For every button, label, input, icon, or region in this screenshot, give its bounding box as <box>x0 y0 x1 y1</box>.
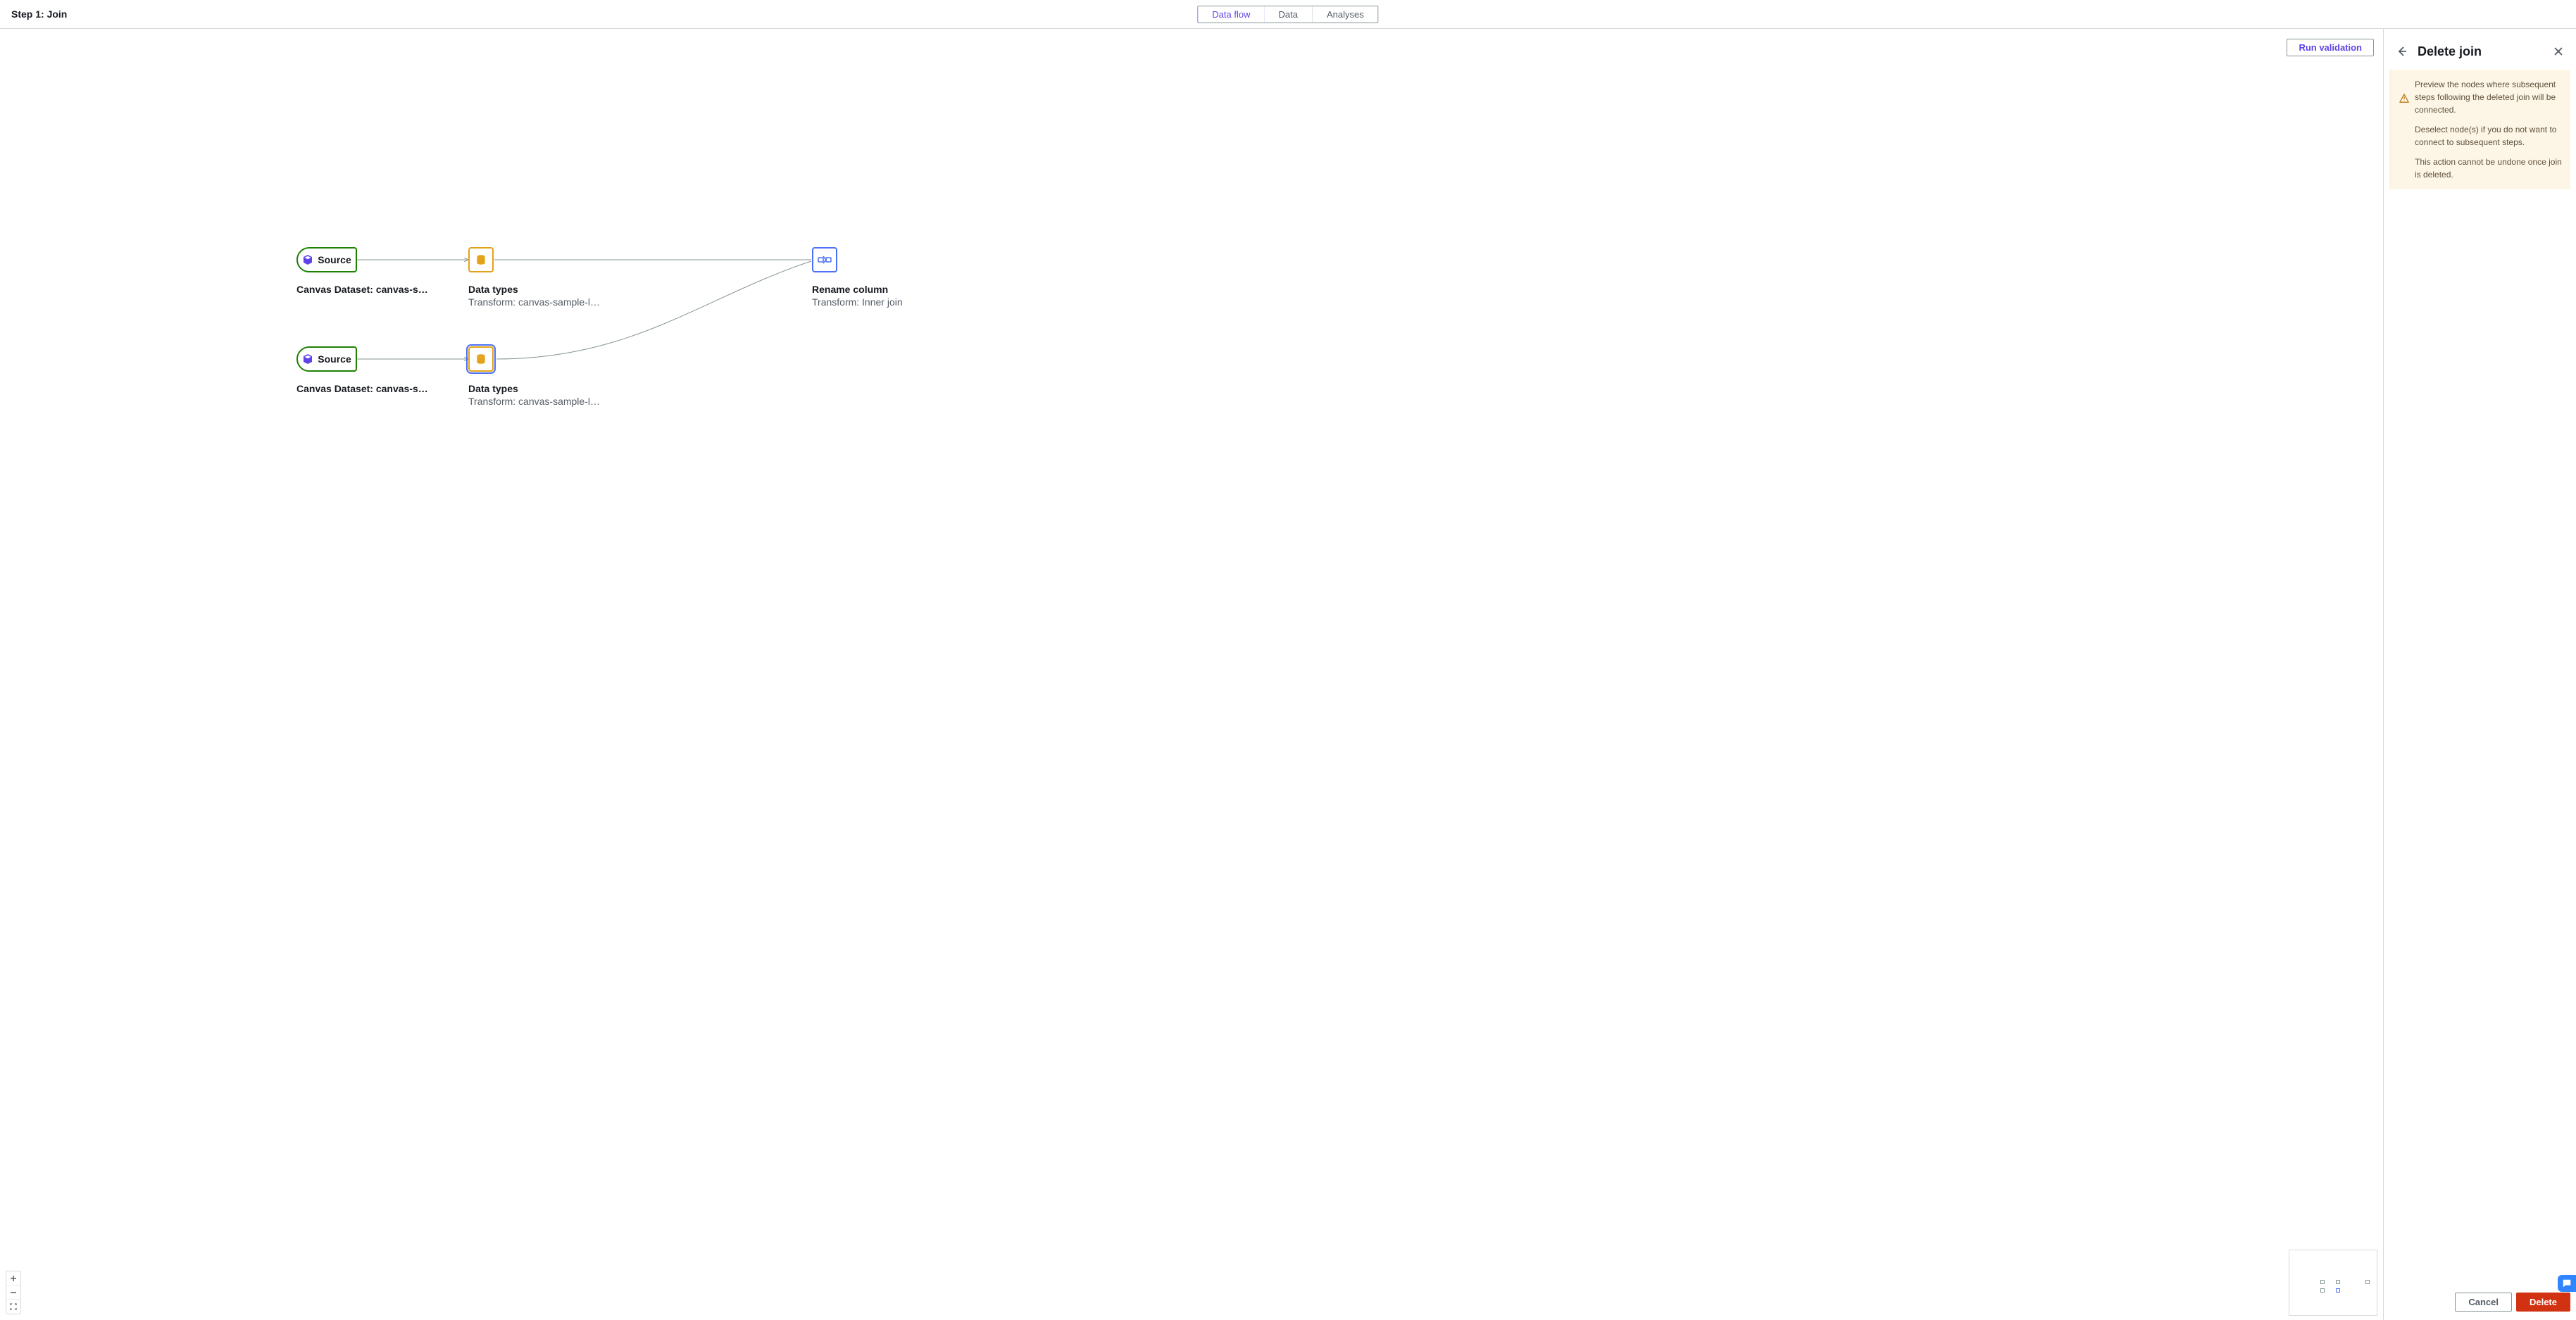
close-button[interactable] <box>2551 44 2566 59</box>
tab-data-flow[interactable]: Data flow <box>1197 6 1265 23</box>
page-title: Step 1: Join <box>11 8 67 20</box>
plus-icon <box>10 1275 17 1282</box>
warning-banner: Preview the nodes where subsequent steps… <box>2389 70 2570 189</box>
tab-data[interactable]: Data <box>1264 6 1312 23</box>
node-source-1-label: Source <box>318 254 351 265</box>
node-source-1-title: Canvas Dataset: canvas-sample-… <box>296 284 430 295</box>
cancel-button[interactable]: Cancel <box>2455 1293 2512 1312</box>
node-source-2-title: Canvas Dataset: canvas-sample-… <box>296 383 430 394</box>
node-data-types-1[interactable]: Data types Transform: canvas-sample-loan… <box>468 247 602 308</box>
node-rename-title: Rename column <box>812 284 903 295</box>
node-rename-subtitle: Transform: Inner join <box>812 296 903 308</box>
warning-line-3: This action cannot be undone once join i… <box>2415 156 2562 181</box>
back-button[interactable] <box>2394 43 2411 60</box>
minimap[interactable] <box>2289 1250 2377 1316</box>
node-source-1[interactable]: Source Canvas Dataset: canvas-sample-… <box>296 247 430 295</box>
node-source-2-label: Source <box>318 353 351 365</box>
fullscreen-button[interactable] <box>6 1300 20 1314</box>
rename-icon <box>818 255 832 265</box>
node-data-types-2-subtitle: Transform: canvas-sample-loans-part-… <box>468 396 602 407</box>
flow-canvas[interactable]: Run validation Source Canvas Dataset: ca… <box>0 29 2383 1320</box>
warning-icon <box>2399 94 2409 103</box>
close-icon <box>2553 46 2563 56</box>
header-bar: Step 1: Join Data flow Data Analyses <box>0 0 2576 29</box>
arrow-left-icon <box>2396 46 2408 57</box>
cube-icon <box>302 353 313 365</box>
zoom-out-button[interactable] <box>6 1286 20 1300</box>
expand-icon <box>10 1303 17 1310</box>
run-validation-button[interactable]: Run validation <box>2287 39 2374 56</box>
zoom-in-button[interactable] <box>6 1271 20 1286</box>
minus-icon <box>10 1289 17 1296</box>
tab-analyses[interactable]: Analyses <box>1313 6 1378 23</box>
database-icon <box>475 253 487 266</box>
delete-button[interactable]: Delete <box>2516 1293 2570 1312</box>
cube-icon <box>302 254 313 265</box>
delete-join-panel: Delete join Preview the nodes where subs… <box>2383 29 2576 1320</box>
node-data-types-2-title: Data types <box>468 383 602 394</box>
database-icon <box>475 353 487 365</box>
node-data-types-2[interactable]: Data types Transform: canvas-sample-loan… <box>468 346 602 407</box>
view-tabs: Data flow Data Analyses <box>1197 6 1378 23</box>
node-data-types-1-title: Data types <box>468 284 602 295</box>
node-source-2[interactable]: Source Canvas Dataset: canvas-sample-… <box>296 346 430 394</box>
zoom-controls <box>6 1271 21 1314</box>
chat-fab[interactable] <box>2558 1275 2576 1292</box>
panel-title: Delete join <box>2418 44 2544 59</box>
warning-line-2: Deselect node(s) if you do not want to c… <box>2415 123 2562 149</box>
warning-line-1: Preview the nodes where subsequent steps… <box>2415 78 2562 116</box>
node-rename-column[interactable]: Rename column Transform: Inner join <box>812 247 903 308</box>
node-data-types-1-subtitle: Transform: canvas-sample-loans-part-… <box>468 296 602 308</box>
chat-icon <box>2562 1278 2572 1288</box>
